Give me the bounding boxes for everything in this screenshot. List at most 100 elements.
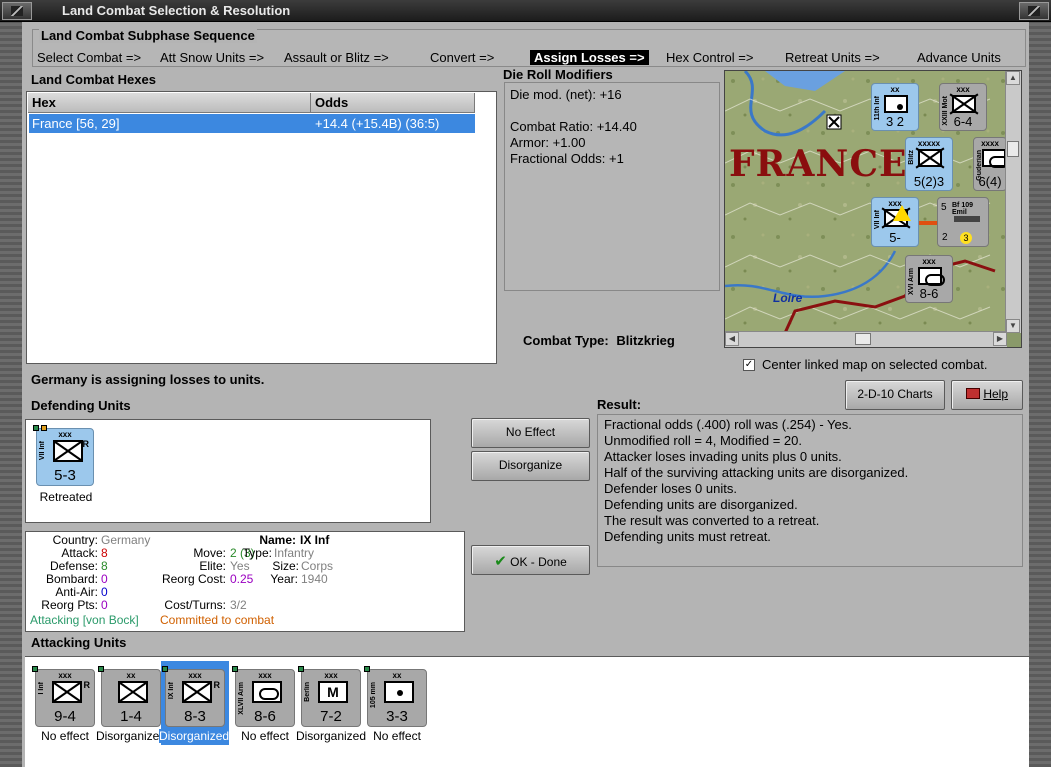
armor-symbol-icon [918, 267, 945, 286]
map-counter[interactable]: xxx XXIII Mot 6-4 [939, 83, 987, 131]
counter-name: I Inf [38, 682, 45, 695]
counter-name: VII Inf [874, 210, 881, 230]
help-button-label: Help [983, 387, 1009, 401]
result-line: The result was converted to a retreat. [604, 513, 820, 528]
counter-name: VII Inf [39, 441, 46, 461]
attacking-unit-status: No effect [373, 729, 421, 743]
attacking-unit-counter[interactable]: xxx XLVII Arm 8-6 [232, 666, 295, 727]
committed-status: Committed to combat [160, 613, 275, 627]
status-message: Germany is assigning losses to units. [31, 372, 265, 387]
unit-info-panel: Country: Germany Attack: 8 Defense: 8 Bo… [25, 531, 465, 632]
phase-assign-losses[interactable]: Assign Losses => [530, 50, 649, 65]
attacking-unit-counter[interactable]: xxx I Inf R 9-4 [32, 666, 95, 727]
combat-type-value: Blitzkrieg [616, 333, 675, 348]
reorg-cost-label: Reorg Cost: [161, 572, 226, 586]
result-line: Half of the surviving attacking units ar… [604, 465, 909, 480]
title-bar: Land Combat Selection & Resolution [0, 0, 1051, 22]
result-line: Defending units are disorganized. [604, 497, 798, 512]
die-roll-title: Die Roll Modifiers [503, 67, 613, 82]
counter-mark: R [82, 439, 90, 449]
content-area: Land Combat Subphase Sequence Select Com… [22, 22, 1029, 767]
phase-assault-or-blitz[interactable]: Assault or Blitz => [284, 50, 389, 65]
combat-ratio: Combat Ratio: +14.40 [510, 119, 637, 134]
scroll-up-icon[interactable]: ▲ [1006, 71, 1020, 85]
air-unit-name: Bf 109 Emil [952, 202, 974, 216]
ok-done-button[interactable]: ✔ OK - Done [471, 545, 590, 575]
counter-name: Berlin [304, 682, 311, 702]
mountain-symbol-icon [318, 681, 348, 703]
counter-name: Blitz [908, 150, 915, 165]
counter-strength: 7-2 [320, 708, 342, 725]
book-icon [965, 388, 980, 399]
infantry-symbol-icon [952, 95, 976, 113]
counter-size: xx [392, 671, 402, 680]
no-effect-button[interactable]: No Effect [471, 418, 590, 448]
counter-size: xxx [956, 85, 970, 94]
map-counter[interactable]: xxx XVI Arm 8-6 [905, 255, 953, 303]
charts-button-label: 2-D-10 Charts [857, 387, 933, 401]
system-menu-icon[interactable] [2, 2, 32, 20]
counter-strength: 8-6 [919, 286, 939, 301]
artillery-symbol-icon [384, 681, 414, 703]
infantry-symbol-icon [918, 149, 942, 167]
center-map-checkbox[interactable]: ✓ [743, 359, 755, 371]
linked-map[interactable]: FRANCE Loire xx 11th Inf 3 2 xxx XXIII M… [724, 70, 1022, 348]
counter-strength: 8-6 [254, 708, 276, 725]
map-river-label: Loire [773, 291, 803, 305]
scroll-down-icon[interactable]: ▼ [1006, 319, 1020, 333]
table-row[interactable]: France [56, 29] +14.4 (+15.4B) (36:5) [29, 114, 475, 133]
attacking-unit-status: Disorganized [159, 729, 230, 743]
attacking-hq: Attacking [von Bock] [30, 613, 139, 627]
map-vertical-scrollbar[interactable]: ▲ ▼ [1005, 71, 1021, 333]
disorganize-button[interactable]: Disorganize [471, 451, 590, 481]
defending-unit-counter[interactable]: xxx VII Inf R 5-3 [33, 425, 94, 486]
air-value: 3 [960, 232, 972, 244]
counter-size: xx [126, 671, 136, 680]
air-value: 5 [941, 202, 947, 213]
attacking-unit-counter[interactable]: xxx IX Inf R 8-3 [162, 666, 225, 727]
close-window-icon[interactable] [1019, 2, 1049, 20]
col-hex[interactable]: Hex [28, 93, 311, 113]
scroll-thumb[interactable] [1007, 141, 1019, 157]
scroll-left-icon[interactable]: ◀ [725, 332, 739, 346]
phase-select-combat[interactable]: Select Combat => [37, 50, 141, 65]
ok-done-content: ✔ OK - Done [472, 546, 589, 570]
phase-advance-units[interactable]: Advance Units [917, 50, 1001, 65]
fractional-odds: Fractional Odds: +1 [510, 151, 624, 166]
phase-att-snow-units[interactable]: Att Snow Units => [160, 50, 264, 65]
map-horizontal-scrollbar[interactable]: ◀ ▶ [725, 331, 1007, 347]
combat-type: Combat Type: Blitzkrieg [523, 333, 675, 348]
attacking-unit-counter[interactable]: xx 105 mm 3-3 [364, 666, 427, 727]
disorganize-label: Disorganize [498, 458, 563, 472]
window-frame-right [1029, 22, 1051, 767]
attacking-unit-counter[interactable]: xx 1-4 [98, 666, 161, 727]
phase-hex-control[interactable]: Hex Control => [666, 50, 753, 65]
phase-convert[interactable]: Convert => [430, 50, 494, 65]
infantry-symbol-icon [52, 681, 82, 703]
combat-burst-icon [893, 205, 911, 221]
map-country-label: FRANCE [729, 143, 908, 185]
charts-button[interactable]: 2-D-10 Charts [845, 380, 945, 410]
result-line: Unmodified roll = 4, Modified = 20. [604, 433, 802, 448]
scroll-right-icon[interactable]: ▶ [993, 332, 1007, 346]
reorg-pts-value: 0 [101, 598, 108, 612]
help-button[interactable]: Help [951, 380, 1023, 410]
subphase-sequence: Land Combat Subphase Sequence Select Com… [32, 28, 1026, 67]
cost-turns-value: 3/2 [230, 598, 247, 612]
map-counter[interactable]: xxxxx Blitz 5(2)3 [905, 137, 953, 191]
attacking-unit-counter[interactable]: xxx Berlin 7-2 [298, 666, 361, 727]
counter-strength: 9-4 [54, 708, 76, 725]
die-roll-box: Die mod. (net): +16 Combat Ratio: +14.40… [504, 82, 720, 291]
air-unit-counter[interactable]: Bf 109 Emil 5 2 3 [937, 197, 989, 247]
hexes-title: Land Combat Hexes [31, 72, 156, 87]
subphase-title: Land Combat Subphase Sequence [39, 28, 257, 43]
attack-arrow-icon [919, 221, 939, 225]
counter-strength: 6(4) [978, 174, 1002, 189]
phase-retreat-units[interactable]: Retreat Units => [785, 50, 880, 65]
infantry-symbol-icon [118, 681, 148, 703]
scroll-thumb[interactable] [855, 333, 871, 345]
attacking-units-panel: xxx I Inf R 9-4 No effect xx 1-4 Disorga… [25, 656, 1029, 767]
map-counter[interactable]: xxxx Guderian 6(4) [973, 137, 1009, 191]
map-counter[interactable]: xx 11th Inf 3 2 [871, 83, 919, 131]
col-odds[interactable]: Odds [311, 93, 475, 113]
